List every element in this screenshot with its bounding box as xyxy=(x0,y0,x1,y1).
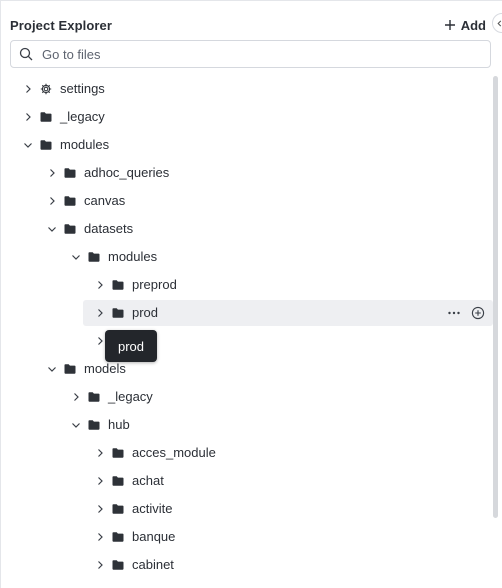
folder-icon xyxy=(112,448,124,458)
folder-icon xyxy=(64,168,76,178)
add-button-label: Add xyxy=(460,17,486,33)
chevron-left-icon xyxy=(497,20,502,26)
tree-row[interactable]: models xyxy=(1,356,495,382)
project-explorer-panel: Project Explorer Add settings_legacymodu… xyxy=(0,0,502,588)
tree-row[interactable]: datasets xyxy=(1,216,495,242)
gear-icon xyxy=(40,83,52,95)
tooltip-text: prod xyxy=(117,338,145,354)
tree-row[interactable]: prod xyxy=(1,300,495,326)
folder-icon xyxy=(88,392,100,402)
tree-item-label: achat xyxy=(132,473,164,488)
tree-item-label: datasets xyxy=(84,221,134,236)
chevron-right-icon[interactable] xyxy=(95,504,105,514)
chevron-down-icon[interactable] xyxy=(71,252,81,262)
folder-icon xyxy=(112,476,124,486)
folder-icon xyxy=(88,252,100,262)
folder-icon xyxy=(40,112,52,122)
tree-item-label: _legacy xyxy=(60,109,105,124)
folder-icon xyxy=(40,140,52,150)
folder-icon xyxy=(112,560,124,570)
tree-row[interactable]: modules xyxy=(1,244,495,270)
folder-icon xyxy=(112,280,124,290)
chevron-right-icon[interactable] xyxy=(95,308,105,318)
add-button[interactable]: Add xyxy=(444,15,486,35)
tree-item-label: settings xyxy=(60,81,105,96)
chevron-right-icon[interactable] xyxy=(95,476,105,486)
folder-icon xyxy=(88,420,100,430)
tree-row[interactable]: _legacy xyxy=(1,104,495,130)
tooltip: prod xyxy=(105,330,157,362)
tree-item-label: cabinet xyxy=(132,557,174,572)
tree-row[interactable]: modules xyxy=(1,132,495,158)
tree-item-label: adhoc_queries xyxy=(84,165,170,180)
chevron-down-icon[interactable] xyxy=(47,224,57,234)
tree-item-label: modules xyxy=(108,249,158,264)
folder-icon xyxy=(64,224,76,234)
folder-icon xyxy=(112,308,124,318)
plus-circle-icon[interactable] xyxy=(471,306,485,320)
search-icon xyxy=(19,47,33,61)
chevron-right-icon[interactable] xyxy=(47,196,57,206)
chevron-right-icon[interactable] xyxy=(47,168,57,178)
tree-row[interactable]: hub xyxy=(1,412,495,438)
tree-item-label: _legacy xyxy=(108,389,153,404)
tree-item-label: prod xyxy=(132,305,159,320)
chevron-right-icon[interactable] xyxy=(95,560,105,570)
chevron-right-icon[interactable] xyxy=(23,112,33,122)
folder-icon xyxy=(112,532,124,542)
tree-row[interactable]: activite xyxy=(1,496,495,522)
tree-row[interactable]: settings xyxy=(1,76,495,102)
chevron-down-icon[interactable] xyxy=(23,140,33,150)
panel-header: Project Explorer Add xyxy=(10,15,502,35)
tree-row[interactable]: banque xyxy=(1,524,495,550)
tree-row[interactable]: achat xyxy=(1,468,495,494)
folder-icon xyxy=(64,364,76,374)
tree-row[interactable]: acces_module xyxy=(1,440,495,466)
tree-row[interactable]: cabinet xyxy=(1,552,495,578)
chevron-right-icon[interactable] xyxy=(95,532,105,542)
chevron-right-icon[interactable] xyxy=(95,280,105,290)
folder-icon xyxy=(112,504,124,514)
tree-row[interactable] xyxy=(1,328,495,354)
tree-row[interactable]: _legacy xyxy=(1,384,495,410)
tree-item-label: canvas xyxy=(84,193,126,208)
tree-item-label: banque xyxy=(132,529,176,544)
chevron-down-icon[interactable] xyxy=(71,420,81,430)
tree-row[interactable]: preprod xyxy=(1,272,495,298)
chevron-right-icon[interactable] xyxy=(71,392,81,402)
tree-item-label: acces_module xyxy=(132,445,216,460)
folder-icon xyxy=(64,196,76,206)
plus-icon xyxy=(444,20,455,30)
tree-item-label: preprod xyxy=(132,277,177,292)
chevron-down-icon[interactable] xyxy=(47,364,57,374)
tree-item-label: modules xyxy=(60,137,110,152)
row-actions xyxy=(447,306,485,320)
tree-row[interactable]: canvas xyxy=(1,188,495,214)
tree-scrollbar[interactable] xyxy=(493,76,498,518)
tree-row[interactable]: adhoc_queries xyxy=(1,160,495,186)
chevron-right-icon[interactable] xyxy=(95,336,105,346)
search-input[interactable] xyxy=(42,46,490,62)
chevron-right-icon[interactable] xyxy=(95,448,105,458)
panel-title: Project Explorer xyxy=(10,17,113,33)
tree-item-label: models xyxy=(84,361,126,376)
more-horizontal-icon[interactable] xyxy=(447,306,461,320)
search-box[interactable] xyxy=(10,40,491,68)
tree-item-label: activite xyxy=(132,501,173,516)
chevron-right-icon[interactable] xyxy=(23,84,33,94)
tree-item-label: hub xyxy=(108,417,130,432)
